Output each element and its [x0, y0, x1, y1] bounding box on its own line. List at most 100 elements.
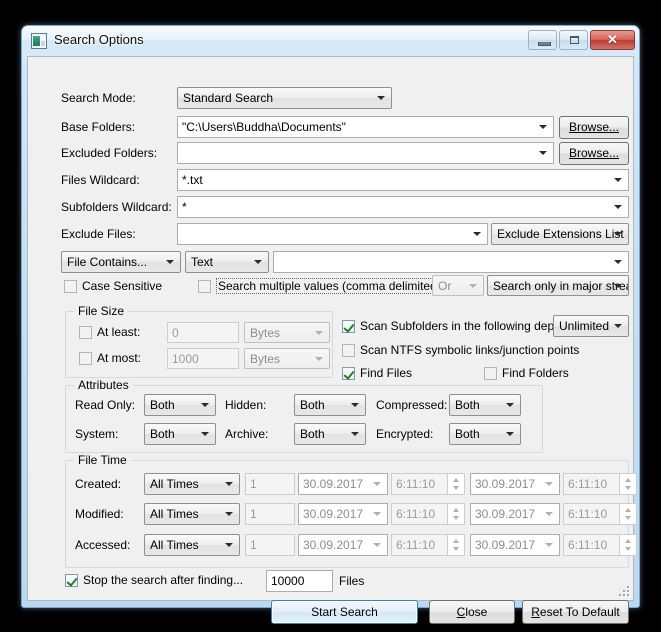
chevron-down-icon	[315, 356, 323, 361]
chevron-down-icon	[315, 330, 323, 335]
file-size-caption: File Size	[74, 304, 129, 318]
accessed-mode-combo[interactable]: All Times	[144, 534, 240, 556]
created-time-from-input[interactable]: 6:11:10	[391, 473, 448, 495]
chevron-down-icon	[539, 151, 547, 155]
start-search-button[interactable]: Start Search	[271, 600, 418, 624]
created-time-to-spinner[interactable]	[620, 473, 637, 495]
subfolders-wildcard-label: Subfolders Wildcard:	[61, 200, 172, 214]
chevron-down-icon	[201, 403, 209, 407]
chevron-down-icon	[506, 432, 514, 436]
created-amount-input[interactable]: 1	[245, 473, 295, 495]
modified-time-from-input[interactable]: 6:11:10	[391, 503, 448, 525]
browse-excluded-folders-label: Browse...	[568, 146, 619, 160]
at-least-label: At least:	[97, 325, 141, 339]
system-combo[interactable]: Both	[144, 423, 216, 445]
search-mode-combo[interactable]: Standard Search	[177, 87, 392, 109]
created-date-from-combo[interactable]: 30.09.2017	[298, 473, 388, 495]
chevron-down-icon	[351, 432, 359, 436]
chevron-down-icon	[373, 512, 381, 516]
accessed-date-to-value: 30.09.2017	[475, 538, 536, 552]
created-time-from-spinner[interactable]	[448, 473, 465, 495]
stream-scope-value: Search only in major strea	[493, 279, 629, 293]
encrypted-combo[interactable]: Both	[449, 423, 521, 445]
accessed-date-to-combo[interactable]: 30.09.2017	[470, 534, 560, 556]
content-type-combo[interactable]: Text	[185, 251, 269, 273]
reset-to-default-button[interactable]: Reset To Default	[522, 600, 629, 624]
accessed-amount-input[interactable]: 1	[245, 534, 295, 556]
close-dialog-button[interactable]: Close	[429, 600, 515, 624]
compressed-combo[interactable]: Both	[449, 394, 521, 416]
created-mode-combo[interactable]: All Times	[144, 473, 240, 495]
resize-grip[interactable]	[618, 585, 631, 598]
accessed-time-from-spinner[interactable]	[448, 534, 465, 556]
hidden-combo[interactable]: Both	[294, 394, 366, 416]
reset-to-default-label: Reset To Default	[531, 605, 620, 619]
modified-time-to-spinner[interactable]	[620, 503, 637, 525]
search-mode-label: Search Mode:	[61, 91, 136, 105]
file-time-caption: File Time	[74, 453, 131, 467]
at-most-unit-combo[interactable]: Bytes	[244, 348, 330, 369]
stream-scope-combo[interactable]: Search only in major strea	[487, 275, 629, 296]
modified-mode-combo[interactable]: All Times	[144, 503, 240, 525]
archive-combo[interactable]: Both	[294, 423, 366, 445]
read-only-combo[interactable]: Both	[144, 394, 216, 416]
content-mode-combo[interactable]: File Contains...	[61, 251, 181, 273]
minimize-button[interactable]	[528, 30, 557, 50]
browse-base-folders-button[interactable]: Browse...	[559, 116, 629, 139]
modified-time-from-spinner[interactable]	[448, 503, 465, 525]
chevron-down-icon	[506, 403, 514, 407]
checkbox-box	[79, 326, 92, 339]
close-button[interactable]: ✕	[590, 30, 635, 50]
close-dialog-label: Close	[456, 605, 488, 619]
at-least-unit-combo[interactable]: Bytes	[244, 322, 330, 343]
subfolders-wildcard-combo[interactable]: *	[177, 196, 629, 218]
base-folders-combo[interactable]: "C:\Users\Buddha\Documents"	[177, 116, 554, 138]
modified-date-from-combo[interactable]: 30.09.2017	[298, 503, 388, 525]
accessed-time-to-spinner[interactable]	[620, 534, 637, 556]
operator-combo[interactable]: Or	[432, 275, 484, 296]
checkbox-box	[342, 320, 355, 333]
stop-count-input[interactable]: 10000	[266, 570, 333, 592]
modified-date-to-combo[interactable]: 30.09.2017	[470, 503, 560, 525]
checkbox-box	[64, 280, 77, 293]
modified-time-to-input[interactable]: 6:11:10	[563, 503, 620, 525]
accessed-time-from-input[interactable]: 6:11:10	[391, 534, 448, 556]
created-label: Created:	[75, 477, 122, 491]
chevron-down-icon	[225, 482, 233, 486]
scan-depth-combo[interactable]: Unlimited	[553, 315, 629, 337]
chevron-down-icon	[539, 125, 547, 129]
system-value: Both	[150, 427, 175, 441]
checkbox-box	[484, 367, 497, 380]
modified-amount-input[interactable]: 1	[245, 503, 295, 525]
at-most-value-input[interactable]: 1000	[167, 348, 239, 369]
stop-after-label: Stop the search after finding...	[83, 573, 244, 587]
start-search-label: Start Search	[311, 605, 378, 619]
hidden-label: Hidden:	[225, 398, 267, 412]
at-least-value-input[interactable]: 0	[167, 322, 239, 343]
hidden-value: Both	[300, 398, 325, 412]
content-query-combo[interactable]	[273, 251, 629, 273]
exclude-files-combo[interactable]	[177, 223, 488, 245]
chevron-down-icon	[614, 283, 622, 288]
dialog-client-area: Search Mode: Standard Search Base Folder…	[27, 56, 637, 624]
checkbox-box	[79, 352, 92, 365]
title-bar[interactable]: Search Options ✕	[22, 26, 639, 56]
scan-ntfs-label: Scan NTFS symbolic links/junction points	[360, 343, 580, 357]
maximize-button[interactable]	[559, 30, 588, 50]
created-date-to-combo[interactable]: 30.09.2017	[470, 473, 560, 495]
chevron-down-icon	[545, 512, 553, 516]
chevron-down-icon	[373, 482, 381, 486]
exclude-extensions-list-combo[interactable]: Exclude Extensions List	[491, 223, 629, 245]
chevron-down-icon	[614, 178, 622, 182]
read-only-label: Read Only:	[75, 398, 136, 412]
find-files-label: Find Files	[360, 366, 413, 380]
created-time-to-input[interactable]: 6:11:10	[563, 473, 620, 495]
attributes-caption: Attributes	[74, 378, 133, 392]
files-wildcard-combo[interactable]: *.txt	[177, 169, 629, 191]
excluded-folders-combo[interactable]	[177, 142, 554, 164]
chevron-down-icon	[614, 260, 622, 264]
chevron-down-icon	[469, 283, 477, 288]
accessed-date-from-combo[interactable]: 30.09.2017	[298, 534, 388, 556]
browse-excluded-folders-button[interactable]: Browse...	[559, 142, 629, 165]
accessed-time-to-input[interactable]: 6:11:10	[563, 534, 620, 556]
